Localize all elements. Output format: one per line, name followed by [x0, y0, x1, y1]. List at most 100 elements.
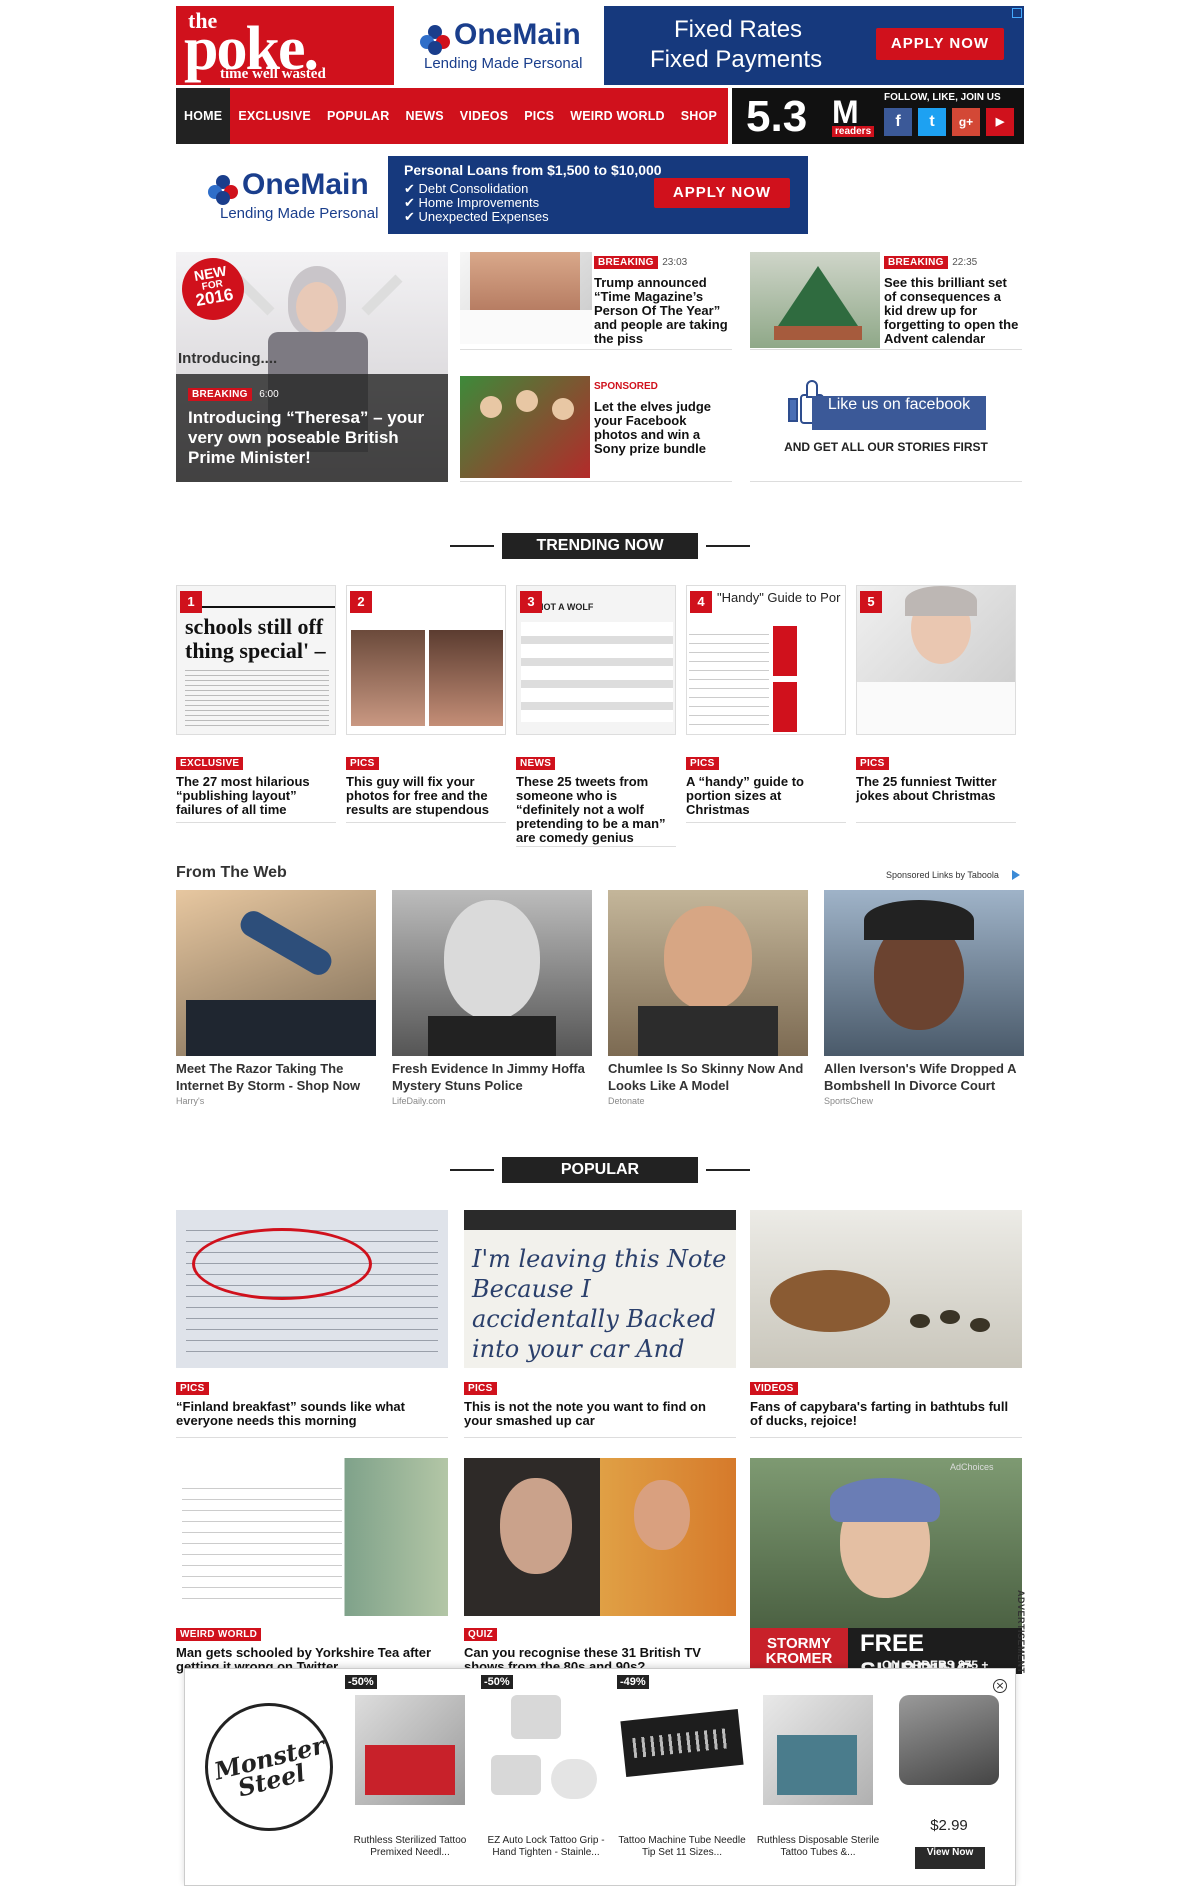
loan-ad-banner[interactable]: OneMain Lending Made Personal Personal L… — [196, 156, 808, 234]
trending-item[interactable]: schools still off thing special' – 1 EXC… — [176, 585, 336, 823]
popular-heading: POPULAR — [502, 1157, 698, 1183]
story-image — [460, 252, 592, 344]
hero-overlay: BREAKING 6:00 Introducing “Theresa” – yo… — [176, 374, 448, 482]
nav-home[interactable]: HOME — [176, 88, 231, 144]
nav-weird-world[interactable]: WEIRD WORLD — [562, 88, 673, 144]
discount-badge: -50% — [345, 1675, 377, 1689]
featured-product[interactable]: $2.99 View Now — [889, 1675, 1009, 1875]
story-card[interactable]: BREAKING 22:35 See this brilliant set of… — [750, 252, 1022, 350]
youtube-icon[interactable]: ▶ — [986, 108, 1014, 136]
web-image — [824, 890, 1024, 1056]
popular-item[interactable]: WEIRD WORLD Man gets schooled by Yorkshi… — [176, 1458, 448, 1674]
trending-item[interactable]: NOT A WOLF 3 NEWS These 25 tweets from s… — [516, 585, 676, 847]
popular-category: PICS — [176, 1382, 209, 1395]
ad-brand-tagline: Lending Made Personal — [220, 204, 379, 222]
google-plus-icon[interactable]: g+ — [952, 108, 980, 136]
trending-category: EXCLUSIVE — [176, 757, 244, 770]
readers-panel: 5.3 M readers FOLLOW, LIKE, JOIN US f t … — [732, 88, 1024, 144]
product-title[interactable]: Ruthless Sterilized Tattoo Premixed Need… — [345, 1835, 475, 1859]
nav-videos[interactable]: VIDEOS — [452, 88, 516, 144]
product-image — [491, 1695, 601, 1805]
product-card[interactable]: -49% Tattoo Machine Tube Needle Tip Set … — [617, 1675, 747, 1865]
hero-title[interactable]: Introducing “Theresa” – your very own po… — [188, 408, 436, 468]
product-image — [899, 1695, 999, 1785]
hero-time: 6:00 — [259, 389, 279, 400]
story-card[interactable]: SPONSORED Let the elves judge your Faceb… — [460, 376, 732, 482]
bottom-ad[interactable]: × Monster Steel -50% Ruthless Sterilized… — [184, 1668, 1016, 1886]
trending-title[interactable]: These 25 tweets from someone who is “def… — [516, 775, 676, 845]
trending-title[interactable]: A “handy” guide to portion sizes at Chri… — [686, 775, 846, 817]
trending-title[interactable]: The 27 most hilarious “publishing layout… — [176, 775, 336, 817]
popular-item[interactable]: QUIZ Can you recognise these 31 British … — [464, 1458, 736, 1674]
trending-title[interactable]: The 25 funniest Twitter jokes about Chri… — [856, 775, 1016, 803]
side-ad-brand-2: KROMER — [765, 1650, 833, 1667]
nav-shop[interactable]: SHOP — [673, 88, 725, 144]
nav-popular[interactable]: POPULAR — [319, 88, 398, 144]
web-source: Harry's — [176, 1096, 205, 1106]
loan-bullet-2: Home Improvements — [418, 195, 540, 210]
view-now-button[interactable]: View Now — [915, 1847, 985, 1869]
trending-category: PICS — [346, 757, 379, 770]
story-card[interactable]: BREAKING 23:03 Trump announced “Time Mag… — [460, 252, 732, 350]
product-card[interactable]: Ruthless Disposable Sterile Tattoo Tubes… — [753, 1675, 883, 1865]
nav-news[interactable]: NEWS — [397, 88, 451, 144]
trending-item[interactable]: 2 PICS This guy will fix your photos for… — [346, 585, 506, 823]
product-image — [620, 1708, 744, 1778]
web-card[interactable]: Meet The Razor Taking The Internet By St… — [176, 890, 376, 1110]
popular-title[interactable]: This is not the note you want to find on… — [464, 1400, 736, 1428]
side-advert[interactable]: STORMY KROMER FREE SHIPPING ON ORDERS $7… — [750, 1458, 1022, 1674]
web-source: LifeDaily.com — [392, 1096, 446, 1106]
web-title[interactable]: Meet The Razor Taking The Internet By St… — [176, 1060, 376, 1094]
nav-exclusive[interactable]: EXCLUSIVE — [230, 88, 319, 144]
story-title[interactable]: Let the elves judge your Facebook photos… — [594, 400, 732, 456]
popular-category: QUIZ — [464, 1628, 498, 1641]
facebook-icon[interactable]: f — [884, 108, 912, 136]
header-ad-banner[interactable]: OneMain Lending Made Personal Fixed Rate… — [394, 6, 1024, 85]
story-time: 23:03 — [662, 257, 688, 268]
story-title[interactable]: Trump announced “Time Magazine’s Person … — [594, 276, 732, 346]
trending-title[interactable]: This guy will fix your photos for free a… — [346, 775, 506, 817]
product-card[interactable]: -50% EZ Auto Lock Tattoo Grip - Hand Tig… — [481, 1675, 611, 1865]
web-title[interactable]: Allen Iverson's Wife Dropped A Bombshell… — [824, 1060, 1024, 1094]
story-image — [460, 376, 590, 478]
popular-item[interactable]: VIDEOS Fans of capybara's farting in bat… — [750, 1210, 1022, 1438]
adchoices-icon[interactable] — [1012, 8, 1022, 18]
side-ad-brand-1: STORMY — [767, 1635, 831, 1652]
trending-number: 1 — [180, 591, 202, 613]
web-card[interactable]: Allen Iverson's Wife Dropped A Bombshell… — [824, 890, 1024, 1110]
hero-story[interactable]: NEW FOR 2016 Introducing.... BREAKING 6:… — [176, 252, 448, 482]
popular-title[interactable]: “Finland breakfast” sounds like what eve… — [176, 1400, 448, 1428]
popular-category: PICS — [464, 1382, 497, 1395]
twitter-icon[interactable]: t — [918, 108, 946, 136]
nav-pics[interactable]: PICS — [516, 88, 562, 144]
trending-category: PICS — [686, 757, 719, 770]
apply-now-button[interactable]: APPLY NOW — [876, 28, 1004, 60]
onemain-logo-icon — [420, 24, 450, 55]
ad-headline-1: Fixed Rates — [674, 16, 803, 43]
popular-item[interactable]: I'm leaving this Note Because I accident… — [464, 1210, 736, 1438]
facebook-like-button[interactable]: Like us on facebook — [812, 396, 986, 430]
story-category: SPONSORED — [594, 381, 658, 392]
web-title[interactable]: Fresh Evidence In Jimmy Hoffa Mystery St… — [392, 1060, 592, 1094]
web-title[interactable]: Chumlee Is So Skinny Now And Looks Like … — [608, 1060, 808, 1094]
trending-number: 5 — [860, 591, 882, 613]
web-card[interactable]: Chumlee Is So Skinny Now And Looks Like … — [608, 890, 808, 1110]
popular-title[interactable]: Fans of capybara's farting in bathtubs f… — [750, 1400, 1022, 1428]
product-card[interactable]: -50% Ruthless Sterilized Tattoo Premixed… — [345, 1675, 475, 1865]
ad-brand: OneMain — [242, 168, 369, 201]
story-title[interactable]: See this brilliant set of consequences a… — [884, 276, 1022, 346]
product-title[interactable]: Tattoo Machine Tube Needle Tip Set 11 Si… — [617, 1835, 747, 1859]
adchoices-label[interactable]: AdChoices — [950, 1462, 994, 1472]
trending-item[interactable]: 5 PICS The 25 funniest Twitter jokes abo… — [856, 585, 1016, 823]
web-card[interactable]: Fresh Evidence In Jimmy Hoffa Mystery St… — [392, 890, 592, 1110]
apply-now-button[interactable]: APPLY NOW — [654, 178, 790, 208]
trending-category: PICS — [856, 757, 889, 770]
site-logo[interactable]: the poke. time well wasted — [176, 6, 394, 85]
product-title[interactable]: EZ Auto Lock Tattoo Grip - Hand Tighten … — [481, 1835, 611, 1859]
popular-item[interactable]: PICS “Finland breakfast” sounds like wha… — [176, 1210, 448, 1438]
taboola-label[interactable]: Sponsored Links by Taboola — [886, 870, 999, 880]
popular-category: VIDEOS — [750, 1382, 798, 1395]
trending-item[interactable]: "Handy" Guide to Por 4 PICS A “handy” gu… — [686, 585, 846, 823]
story-time: 22:35 — [952, 257, 978, 268]
product-title[interactable]: Ruthless Disposable Sterile Tattoo Tubes… — [753, 1835, 883, 1859]
